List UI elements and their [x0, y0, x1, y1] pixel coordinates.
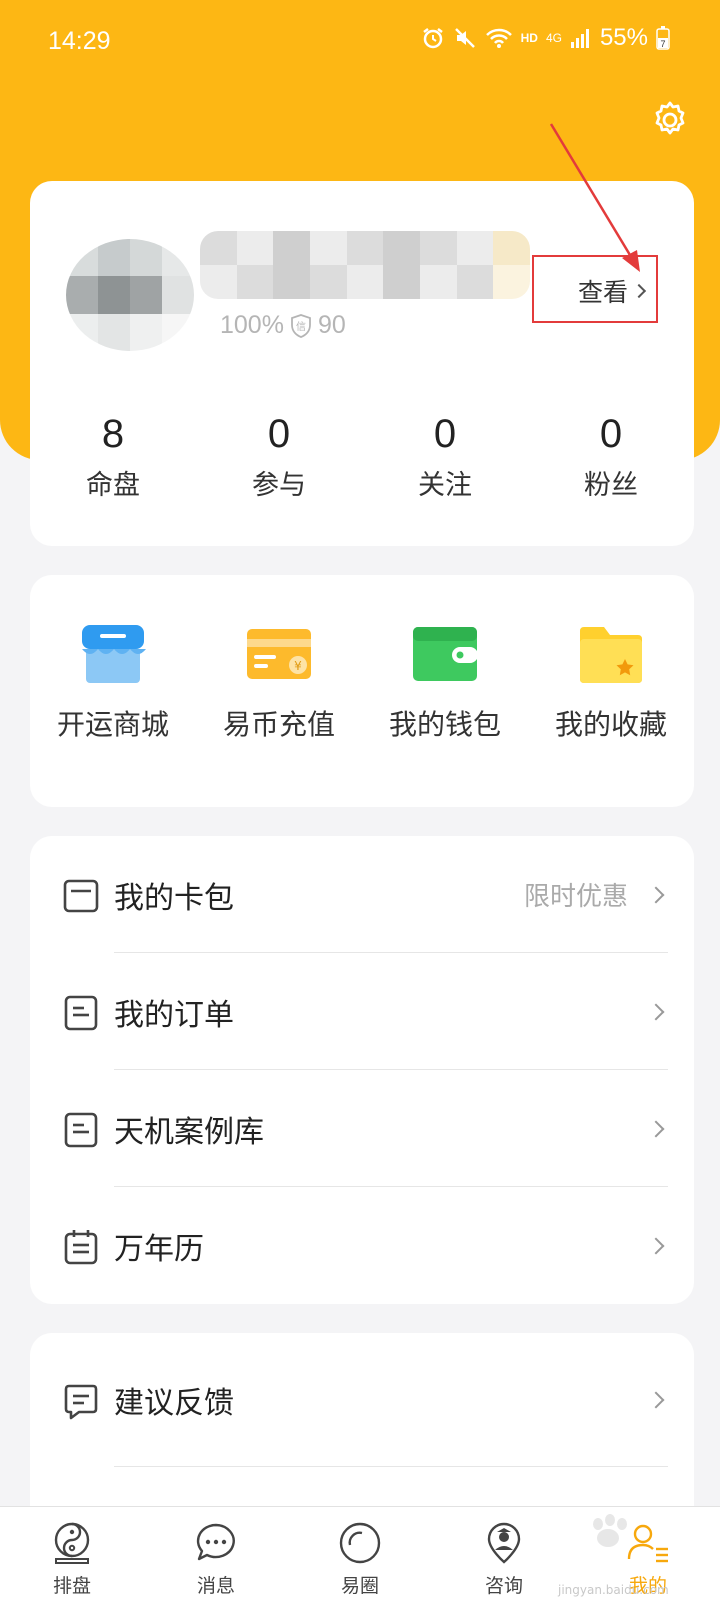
consult-icon	[487, 1522, 521, 1564]
tab-label: 易圈	[340, 1575, 379, 1597]
shortcut-label: 易币充值	[222, 708, 335, 741]
shortcut-card: 开运商城 ¥ 易币充值 我的钱包 我的收藏	[30, 575, 694, 807]
menu-item-case-library[interactable]: 天机案例库	[30, 1070, 694, 1187]
menu-item-feedback[interactable]: 建议反馈	[30, 1333, 694, 1467]
credit-badge: 信	[296, 321, 306, 333]
svg-text:¥: ¥	[294, 659, 302, 673]
taiji-icon	[54, 1522, 90, 1564]
battery-percent: 55%	[599, 24, 648, 51]
tab-label: 消息	[196, 1575, 235, 1597]
menu-item-hint: 限时优惠	[523, 882, 628, 912]
tab-paipan[interactable]: 排盘	[0, 1507, 144, 1600]
tab-messages[interactable]: 消息	[144, 1507, 288, 1600]
network-indicator: 4G	[546, 32, 562, 44]
shortcut-store[interactable]: 开运商城	[30, 623, 196, 807]
wifi-icon	[485, 28, 512, 48]
store-icon	[82, 625, 146, 683]
menu-item-label: 我的卡包	[114, 880, 234, 916]
feedback-icon	[64, 1384, 98, 1420]
chevron-right-icon	[647, 1237, 665, 1254]
stat-following[interactable]: 0 关注	[362, 409, 528, 502]
circle-icon	[339, 1522, 381, 1564]
chevron-right-icon	[631, 283, 647, 299]
signal-icon	[570, 29, 589, 48]
status-icons: HD 4G 55% 7	[421, 24, 670, 52]
stat-value: 0	[599, 412, 623, 456]
stat-label: 参与	[252, 470, 306, 501]
chevron-right-icon	[647, 1120, 665, 1137]
calendar-icon	[64, 1230, 98, 1265]
view-profile-link[interactable]: 查看	[578, 273, 647, 309]
chevron-right-icon	[647, 886, 665, 903]
stat-value: 0	[267, 412, 291, 456]
shortcut-recharge[interactable]: ¥ 易币充值	[196, 623, 362, 807]
battery-badge: 7	[660, 39, 665, 49]
message-icon	[196, 1523, 235, 1561]
favorites-folder-icon	[580, 627, 642, 683]
status-bar: 14:29 HD 4G 55% 7	[0, 0, 720, 84]
stat-label: 命盘	[86, 470, 140, 501]
order-icon	[64, 995, 98, 1031]
stats-row: 8 命盘 0 参与 0 关注 0 粉丝	[30, 409, 694, 502]
tab-label: 排盘	[52, 1575, 91, 1597]
tab-label: 咨询	[484, 1575, 523, 1597]
shortcut-label: 我的钱包	[388, 708, 501, 741]
menu-item-orders[interactable]: 我的订单	[30, 953, 694, 1070]
menu-item-label: 万年历	[114, 1231, 204, 1267]
hd-indicator: HD	[520, 31, 538, 45]
credit-shield-icon: 信	[291, 313, 311, 338]
case-library-icon	[64, 1112, 98, 1148]
shortcut-label: 我的收藏	[554, 708, 667, 741]
divider	[114, 1466, 668, 1467]
watermark-text: jingyan.baidu.com	[558, 1583, 669, 1597]
stat-fans[interactable]: 0 粉丝	[528, 409, 694, 502]
tab-circle[interactable]: 易圈	[288, 1507, 432, 1600]
battery-icon: 7	[656, 26, 670, 50]
baidu-watermark-logo	[593, 1514, 627, 1547]
stat-value: 0	[433, 412, 457, 456]
view-label: 查看	[578, 278, 629, 307]
menu-item-calendar[interactable]: 万年历	[30, 1187, 694, 1304]
alarm-icon	[422, 28, 443, 49]
shortcut-wallet[interactable]: 我的钱包	[362, 623, 528, 807]
menu-item-label: 建议反馈	[114, 1386, 234, 1421]
avatar[interactable]	[66, 239, 194, 351]
card-pack-icon	[63, 879, 99, 913]
shortcut-label: 开运商城	[56, 708, 169, 741]
network-type: 4G	[545, 31, 562, 45]
chevron-right-icon	[647, 1003, 665, 1020]
menu-item-card-pack[interactable]: 我的卡包 限时优惠	[30, 836, 694, 953]
menu-item-label: 我的订单	[114, 997, 234, 1033]
mute-icon	[454, 28, 475, 48]
level-percent: 100%	[220, 311, 284, 339]
menu-card: 我的卡包 限时优惠 我的订单 天机案例库 万年历	[30, 836, 694, 1304]
shortcut-favorites[interactable]: 我的收藏	[528, 623, 694, 807]
stat-label: 粉丝	[584, 470, 638, 501]
chevron-right-icon	[647, 1391, 665, 1409]
recharge-card-icon: ¥	[247, 629, 311, 679]
credit-score: 90	[317, 311, 346, 339]
status-time: 14:29	[48, 27, 111, 55]
stat-value: 8	[101, 412, 125, 456]
profile-card: 100% 信 90 查看 8 命盘 0 参与 0 关注 0 粉丝	[30, 181, 694, 546]
settings-gear-icon[interactable]	[650, 100, 690, 140]
stat-participate[interactable]: 0 参与	[196, 409, 362, 502]
stat-label: 关注	[418, 470, 472, 501]
menu-item-label: 天机案例库	[114, 1114, 264, 1150]
stat-chart[interactable]: 8 命盘	[30, 409, 196, 502]
username-blurred	[200, 231, 530, 299]
level-row: 100% 信 90	[220, 311, 346, 340]
wallet-icon	[413, 627, 478, 681]
